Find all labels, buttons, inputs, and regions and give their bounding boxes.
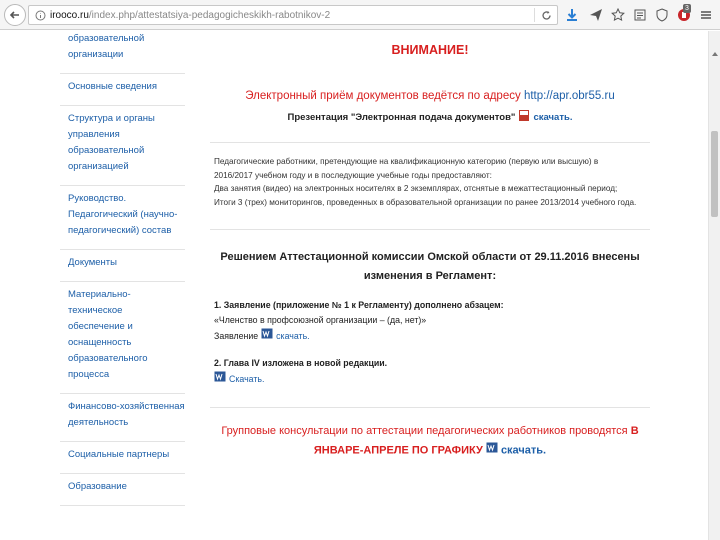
pdf-file-icon — [519, 110, 530, 124]
sidebar-item[interactable]: Документы — [60, 250, 185, 282]
sidebar-item-label: Структура и органы — [68, 113, 155, 124]
consultation-notice: Групповые консультации по аттестации пед… — [210, 422, 650, 460]
main-content: ВНИМАНИЕ! Электронный приём документов в… — [210, 31, 650, 460]
bookmark-star-icon[interactable] — [610, 7, 626, 23]
url-path: /index.php/attestatsiya-pedagogicheskikh… — [88, 9, 331, 21]
amendment-1-heading: 1. Заявление (приложение № 1 к Регламент… — [214, 300, 504, 310]
amendment-2: 2. Глава IV изложена в новой редакции. С… — [210, 356, 650, 387]
extension-badge: 3 — [683, 4, 691, 13]
sidebar-item-label: Основные сведения — [68, 81, 158, 92]
amendment-2-heading: 2. Глава IV изложена в новой редакции. — [214, 358, 388, 368]
address-bar[interactable]: irooco.ru/index.php/attestatsiya-pedagog… — [28, 5, 558, 25]
presentation-text: Презентация "Электронная подача документ… — [287, 111, 516, 123]
sidebar-item-label: управления — [68, 129, 120, 140]
sidebar-item-label: Руководство. — [68, 193, 127, 204]
paragraph-line: 2016/2017 учебном году и в последующие у… — [214, 170, 492, 180]
sidebar-item-label: Образование — [68, 481, 127, 492]
divider — [210, 142, 650, 143]
back-arrow-icon — [9, 11, 19, 19]
site-info-icon[interactable] — [32, 9, 48, 21]
sidebar-item[interactable]: Руководство. Педагогический (научно-педаг… — [60, 186, 185, 250]
presentation-download-link[interactable]: скачать. — [533, 112, 572, 123]
presentation-line: Презентация "Электронная подача документ… — [210, 110, 650, 124]
divider — [210, 229, 650, 230]
reload-icon[interactable] — [539, 8, 553, 22]
back-button[interactable] — [4, 4, 26, 26]
notice-site-link[interactable]: http://apr.obr55.ru — [524, 90, 615, 102]
sidebar-item-label: образовательного — [68, 353, 148, 364]
sidebar-item[interactable]: Структура и органы управления образователь… — [60, 106, 185, 186]
sidebar-item[interactable]: образовательной организации — [60, 31, 185, 74]
doc-file-icon — [214, 371, 226, 387]
download-icon[interactable] — [564, 7, 580, 23]
doc-file-icon — [486, 441, 498, 460]
url-text: irooco.ru/index.php/attestatsiya-pedagog… — [50, 10, 520, 21]
shield-icon[interactable] — [654, 7, 670, 23]
paragraph-line: Два занятия (видео) на электронных носит… — [214, 184, 618, 193]
url-domain: irooco.ru — [50, 9, 89, 21]
consultation-text: Групповые консультации по аттестации пед… — [221, 425, 628, 437]
warning-title: ВНИМАНИЕ! — [391, 43, 469, 57]
scroll-up-icon[interactable] — [711, 45, 719, 56]
sidebar-menu: образовательной организации Основные сведе… — [60, 31, 185, 506]
amendment-1-download: Заявление скачать. — [214, 328, 650, 344]
sidebar-item-label: процесса — [68, 369, 110, 380]
page-scrollbar[interactable] — [708, 31, 720, 540]
amendment-2-download: Скачать. — [214, 371, 650, 387]
notice-text: Электронный приём документов ведётся по … — [245, 90, 521, 102]
divider — [210, 407, 650, 408]
sidebar-item-label: Документы — [68, 257, 117, 268]
reading-list-icon[interactable] — [632, 7, 648, 23]
sidebar-item-label: обеспечение и — [68, 321, 133, 332]
menu-icon[interactable] — [698, 7, 714, 23]
sidebar-item[interactable]: Образование — [60, 474, 185, 506]
paragraph-line: Педагогические работники, претендующие н… — [214, 157, 599, 166]
sidebar-item-label: деятельность — [68, 417, 129, 428]
send-icon[interactable] — [588, 7, 604, 23]
sidebar-item-label: Социальные партнеры — [68, 449, 170, 460]
sidebar-item-label: образовательной — [68, 145, 145, 156]
url-separator — [534, 8, 535, 22]
amendment-1-label: Заявление — [214, 330, 259, 341]
sidebar-item-label: Финансово-хозяйственная — [68, 401, 185, 412]
sidebar-item[interactable]: Основные сведения — [60, 74, 185, 106]
consultation-download-link[interactable]: скачать. — [501, 444, 546, 456]
sidebar-item-label: организацией — [68, 161, 129, 172]
sidebar-item[interactable]: Финансово-хозяйственная деятельность — [60, 394, 185, 442]
amendment-2-download-link[interactable]: Скачать. — [229, 372, 264, 387]
sidebar-item[interactable]: Материально-техническое обеспечение и осна… — [60, 282, 185, 394]
scroll-thumb[interactable] — [711, 131, 718, 217]
sidebar-item-label: педагогический) состав — [68, 225, 172, 236]
decision-heading: Решением Аттестационной комиссии Омской … — [220, 251, 640, 282]
sidebar-item-label: организации — [68, 49, 124, 60]
notice-line: Электронный приём документов ведётся по … — [210, 90, 650, 102]
doc-file-icon — [261, 328, 273, 344]
sidebar-item[interactable]: Социальные партнеры — [60, 442, 185, 474]
amendment-1-text: «Членство в профсоюзной организации – (д… — [214, 315, 427, 325]
paragraph-line: Итоги 3 (трех) мониторингов, проведенных… — [214, 197, 637, 207]
amendment-1: 1. Заявление (приложение № 1 к Регламент… — [210, 298, 650, 344]
amendment-1-download-link[interactable]: скачать. — [276, 329, 309, 344]
sidebar-item-label: Педагогический (научно- — [68, 209, 178, 220]
requirements-paragraph: Педагогические работники, претендующие н… — [210, 155, 650, 209]
sidebar-item-label: Материально-техническое — [68, 289, 131, 316]
browser-toolbar: irooco.ru/index.php/attestatsiya-pedagog… — [0, 0, 720, 30]
sidebar-item-label: образовательной — [68, 33, 145, 44]
sidebar-item-label: оснащенность — [68, 337, 132, 348]
